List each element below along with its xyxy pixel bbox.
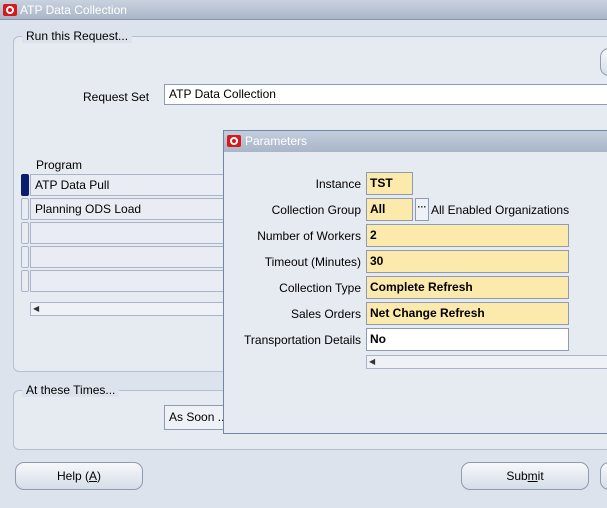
- scroll-left-icon[interactable]: ◀: [33, 305, 43, 313]
- oracle-logo-icon: [227, 135, 241, 147]
- window-titlebar: ATP Data Collection: [0, 0, 607, 20]
- row-marker-4[interactable]: [21, 246, 29, 268]
- program-row-2[interactable]: Planning ODS Load: [30, 198, 230, 220]
- request-set-field[interactable]: ATP Data Collection: [164, 84, 607, 105]
- collection-group-field[interactable]: All: [366, 198, 413, 221]
- schedule-legend: At these Times...: [22, 383, 120, 397]
- transportation-field[interactable]: No: [366, 328, 569, 351]
- row-marker-2[interactable]: [21, 198, 29, 220]
- extra-button[interactable]: [600, 462, 607, 490]
- timeout-label: Timeout (Minutes): [264, 255, 361, 269]
- submit-label-post: it: [537, 469, 544, 483]
- oracle-logo-icon: [3, 4, 17, 16]
- parameters-dialog: Parameters Instance TST Collection Group…: [223, 130, 607, 434]
- program-row-4[interactable]: [30, 246, 230, 268]
- submit-button[interactable]: Submit: [461, 462, 589, 490]
- program-row-5[interactable]: [30, 270, 230, 292]
- submit-label-pre: Sub: [506, 469, 528, 483]
- parameters-scrollbar[interactable]: ◀: [366, 355, 607, 369]
- parameters-title: Parameters: [245, 134, 308, 148]
- collection-group-description: All Enabled Organizations: [431, 203, 570, 217]
- timeout-field[interactable]: 30: [366, 250, 569, 273]
- sales-orders-field[interactable]: Net Change Refresh: [366, 302, 569, 325]
- options-button[interactable]: [600, 48, 607, 76]
- program-column-header: Program: [36, 158, 83, 172]
- submit-label-mnemonic: m: [527, 469, 538, 483]
- request-set-label: Request Set: [83, 90, 150, 104]
- program-table-scrollbar[interactable]: ◀: [30, 302, 230, 316]
- sales-orders-label: Sales Orders: [290, 307, 361, 321]
- workers-label: Number of Workers: [257, 229, 361, 243]
- help-button-suffix: ): [97, 469, 102, 483]
- program-row-3[interactable]: [30, 222, 230, 244]
- instance-label: Instance: [315, 177, 361, 191]
- transportation-label: Transportation Details: [244, 333, 361, 347]
- program-row-1[interactable]: ATP Data Pull: [30, 174, 230, 196]
- collection-type-field[interactable]: Complete Refresh: [366, 276, 569, 299]
- row-marker-1[interactable]: [21, 174, 29, 196]
- help-button[interactable]: Help (A): [15, 462, 143, 490]
- workers-field[interactable]: 2: [366, 224, 569, 247]
- help-button-mnemonic: A: [89, 469, 98, 483]
- instance-field[interactable]: TST: [366, 172, 413, 195]
- run-request-legend: Run this Request...: [22, 29, 133, 43]
- collection-group-label: Collection Group: [271, 203, 361, 217]
- help-button-label: Help (: [56, 469, 89, 483]
- list-of-values-icon[interactable]: ···: [415, 198, 429, 221]
- parameters-titlebar: Parameters: [224, 131, 607, 152]
- row-marker-5[interactable]: [21, 270, 29, 292]
- row-marker-3[interactable]: [21, 222, 29, 244]
- window-title: ATP Data Collection: [20, 3, 127, 17]
- collection-type-label: Collection Type: [279, 281, 361, 295]
- scroll-left-icon[interactable]: ◀: [369, 358, 379, 366]
